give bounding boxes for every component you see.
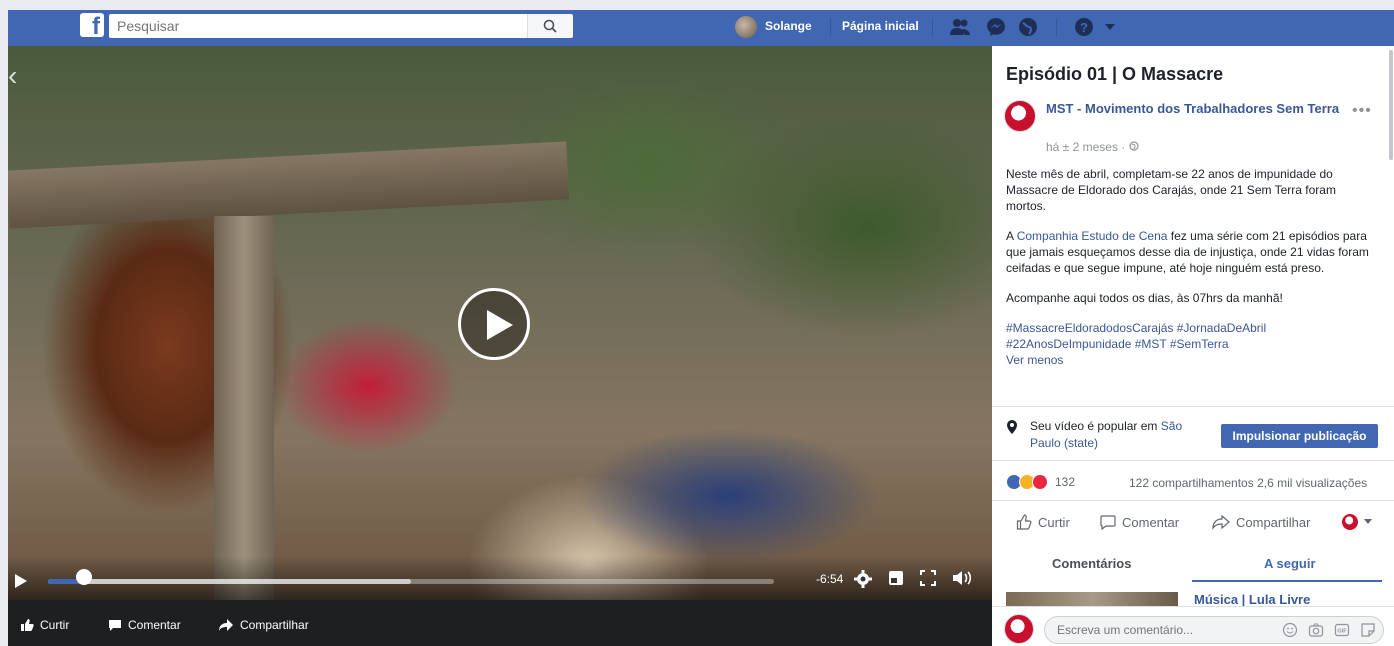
comment-outline-icon bbox=[1100, 515, 1116, 530]
hashtags-line[interactable]: #MassacreEldoradodosCarajás #JornadaDeAb… bbox=[1006, 320, 1378, 336]
messenger-icon[interactable] bbox=[984, 15, 1008, 39]
reactions-count: 132 bbox=[1055, 475, 1076, 489]
search-icon bbox=[543, 19, 557, 33]
time-remaining: -6:54 bbox=[816, 572, 844, 586]
caret-down-icon bbox=[1364, 519, 1372, 524]
help-icon[interactable]: ? bbox=[1072, 15, 1096, 39]
back-arrow-icon[interactable]: ‹ bbox=[8, 60, 17, 92]
emoji-icon[interactable] bbox=[1282, 622, 1298, 638]
gif-icon[interactable]: GIF bbox=[1334, 622, 1350, 638]
company-link[interactable]: Companhia Estudo de Cena bbox=[1017, 229, 1168, 243]
profile-link[interactable]: Solange bbox=[765, 19, 812, 33]
sticker-icon[interactable] bbox=[1360, 622, 1376, 638]
video-like-label: Curtir bbox=[40, 618, 70, 632]
post-panel: Episódio 01 | O Massacre MST - Movimento… bbox=[992, 46, 1394, 646]
top-bar: f Solange Página inicial ? bbox=[0, 0, 1394, 46]
page-avatar-small bbox=[1342, 514, 1358, 530]
play-button[interactable] bbox=[458, 288, 530, 360]
video-player[interactable]: ‹ -6:54 bbox=[8, 46, 992, 600]
popular-location-text: Seu vídeo é popular em São Paulo (state) bbox=[1030, 418, 1210, 452]
friends-icon[interactable] bbox=[948, 15, 972, 39]
fullscreen-icon[interactable] bbox=[920, 570, 936, 586]
search-input[interactable] bbox=[109, 14, 545, 38]
divider bbox=[932, 18, 933, 36]
divider bbox=[992, 500, 1394, 501]
panel-scrollbar[interactable] bbox=[1389, 50, 1393, 160]
play-icon bbox=[487, 310, 513, 340]
page-avatar[interactable] bbox=[1004, 100, 1036, 132]
location-pin-icon bbox=[1007, 420, 1017, 434]
tab-comments[interactable]: Comentários bbox=[1052, 556, 1131, 571]
buffered-bar bbox=[48, 579, 411, 584]
comment-input[interactable] bbox=[1044, 616, 1384, 644]
theater-mode-icon[interactable] bbox=[888, 570, 904, 586]
post-body: Neste mês de abril, completam-se 22 anos… bbox=[1006, 166, 1378, 368]
search-button[interactable] bbox=[527, 14, 573, 38]
share-label: Compartilhar bbox=[1236, 514, 1311, 530]
thumbs-up-icon bbox=[21, 619, 34, 631]
next-video-thumbnail[interactable] bbox=[1006, 592, 1178, 606]
facebook-logo-icon[interactable]: f bbox=[80, 13, 104, 37]
like-button[interactable]: Curtir bbox=[1016, 514, 1070, 530]
comment-composer: GIF bbox=[992, 606, 1394, 646]
caret-down-icon[interactable] bbox=[1104, 22, 1116, 32]
post-paragraph: Neste mês de abril, completam-se 22 anos… bbox=[1006, 167, 1336, 213]
boost-post-button[interactable]: Impulsionar publicação bbox=[1221, 424, 1378, 448]
divider bbox=[992, 460, 1394, 461]
comment-label: Comentar bbox=[1122, 514, 1180, 530]
video-share-button[interactable]: Compartilhar bbox=[218, 618, 309, 632]
share-button[interactable]: Compartilhar bbox=[1212, 514, 1310, 530]
shares-views[interactable]: 122 compartilhamentos 2,6 mil visualizaç… bbox=[1129, 476, 1367, 490]
settings-gear-icon[interactable] bbox=[854, 570, 872, 588]
svg-text:GIF: GIF bbox=[1337, 629, 1347, 635]
comment-icon bbox=[109, 620, 121, 631]
see-less-link[interactable]: Ver menos bbox=[1006, 352, 1378, 368]
more-options-icon[interactable]: ••• bbox=[1352, 102, 1372, 120]
share-arrow-icon bbox=[219, 619, 233, 631]
post-title: Episódio 01 | O Massacre bbox=[1006, 64, 1224, 84]
post-actions: Curtir Comentar Compartilhar bbox=[1006, 512, 1386, 536]
comment-button[interactable]: Comentar bbox=[1100, 514, 1179, 530]
video-scene-post bbox=[214, 216, 274, 600]
post-paragraph: Acompanhe aqui todos os dias, às 07hrs d… bbox=[1006, 291, 1283, 305]
divider bbox=[830, 18, 831, 36]
post-time-text: há ± 2 meses · bbox=[1046, 140, 1129, 154]
post-text: A bbox=[1006, 229, 1017, 243]
blue-header: f Solange Página inicial ? bbox=[8, 10, 1394, 46]
post-paragraph: A Companhia Estudo de Cena fez uma série… bbox=[1006, 228, 1378, 276]
love-reaction-icon bbox=[1032, 474, 1048, 490]
camera-icon[interactable] bbox=[1308, 622, 1324, 638]
video-share-label: Compartilhar bbox=[240, 618, 309, 632]
popular-prefix: Seu vídeo é popular em bbox=[1030, 419, 1161, 433]
home-link[interactable]: Página inicial bbox=[842, 19, 919, 33]
video-comment-label: Comentar bbox=[128, 618, 181, 632]
user-avatar[interactable] bbox=[735, 16, 757, 38]
share-outline-icon bbox=[1212, 514, 1230, 530]
thumbs-up-outline-icon bbox=[1016, 514, 1032, 530]
reactions-summary[interactable]: 132 bbox=[1006, 474, 1075, 490]
page-name-link[interactable]: MST - Movimento dos Trabalhadores Sem Te… bbox=[1046, 100, 1346, 117]
small-play-icon[interactable] bbox=[14, 573, 28, 589]
commenter-avatar bbox=[1004, 614, 1034, 644]
post-as-selector[interactable] bbox=[1342, 514, 1372, 530]
video-action-bar: Curtir Comentar Compartilhar bbox=[8, 600, 992, 646]
hashtags-line[interactable]: #22AnosDeImpunidade #MST #SemTerra bbox=[1006, 336, 1378, 352]
active-tab-indicator bbox=[1192, 580, 1382, 582]
post-timestamp[interactable]: há ± 2 meses · bbox=[1046, 140, 1139, 154]
like-label: Curtir bbox=[1038, 514, 1070, 530]
video-scene-plank bbox=[8, 141, 570, 229]
tabs: Comentários A seguir bbox=[992, 544, 1394, 582]
globe-privacy-icon bbox=[1129, 141, 1139, 151]
video-like-button[interactable]: Curtir bbox=[20, 618, 69, 632]
next-video-title[interactable]: Música | Lula Livre bbox=[1194, 592, 1310, 606]
tab-next[interactable]: A seguir bbox=[1264, 556, 1316, 571]
divider bbox=[992, 406, 1394, 407]
divider bbox=[1056, 18, 1057, 36]
video-controls: -6:54 bbox=[8, 556, 992, 600]
svg-text:?: ? bbox=[1080, 20, 1088, 35]
volume-icon[interactable] bbox=[952, 570, 972, 586]
video-comment-button[interactable]: Comentar bbox=[108, 618, 181, 632]
globe-icon[interactable] bbox=[1016, 15, 1040, 39]
progress-track[interactable] bbox=[48, 579, 774, 584]
